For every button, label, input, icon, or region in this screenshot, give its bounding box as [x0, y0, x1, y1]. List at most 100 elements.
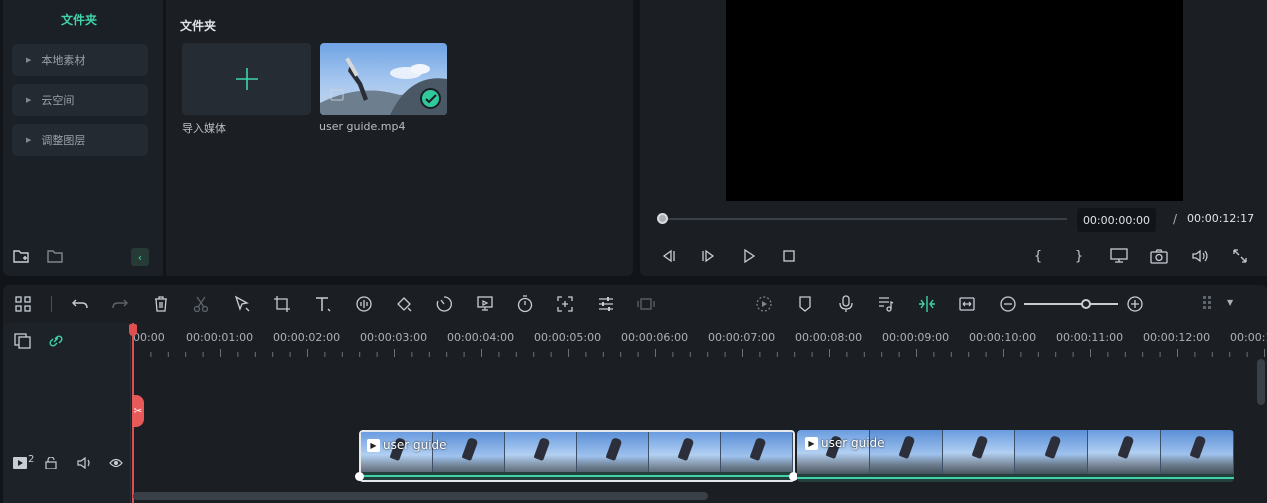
current-timecode[interactable]: 00:00:00:00	[1077, 208, 1156, 232]
media-filename: user guide.mp4	[319, 120, 406, 133]
snap-button[interactable]	[916, 293, 938, 315]
minus-circle-icon	[1000, 296, 1016, 312]
text-icon	[316, 297, 331, 312]
plus-circle-icon	[1127, 296, 1143, 312]
layout-button[interactable]	[12, 293, 34, 315]
zoom-slider-handle[interactable]	[1081, 299, 1091, 309]
scrubber-handle[interactable]	[657, 213, 668, 224]
marker-button[interactable]	[474, 293, 496, 315]
play-button[interactable]	[740, 247, 758, 265]
add-track-icon[interactable]	[14, 333, 32, 349]
ruler-label: 00:00:07:00	[708, 331, 776, 344]
fit-timeline-button[interactable]	[956, 293, 978, 315]
preview-scrubber[interactable]	[662, 218, 1067, 220]
media-thumbnail[interactable]	[320, 43, 447, 115]
camera-icon	[1150, 249, 1168, 264]
timeline-toolbar: ▼	[3, 285, 1267, 323]
zoom-in-button[interactable]	[1124, 293, 1146, 315]
fullscreen-button[interactable]	[1231, 247, 1249, 265]
select-tool-button[interactable]	[231, 293, 253, 315]
split-button[interactable]	[190, 293, 212, 315]
film-button[interactable]	[635, 293, 657, 315]
lock-icon[interactable]	[45, 457, 59, 469]
undo-button[interactable]	[69, 293, 91, 315]
crop-button[interactable]	[271, 293, 293, 315]
speed-icon	[436, 296, 452, 312]
timeline: 2 00:00 00:00:01:00 00:00:02:00 00:00:03…	[3, 323, 1267, 503]
playhead-scissors-handle[interactable]: ✂	[132, 395, 144, 427]
text-button[interactable]	[312, 293, 334, 315]
timecode-separator: /	[1173, 212, 1178, 226]
sidebar-item-adjustment-layer[interactable]: ▶ 调整图层	[12, 124, 148, 156]
voiceover-button[interactable]	[835, 293, 857, 315]
grid-icon	[15, 296, 31, 312]
ruler-label: 00:00:12:00	[1143, 331, 1211, 344]
redo-button[interactable]	[109, 293, 131, 315]
audio-mixer-button[interactable]	[875, 293, 897, 315]
speed-button[interactable]	[433, 293, 455, 315]
stop-button[interactable]	[780, 247, 798, 265]
link-icon[interactable]	[47, 333, 65, 349]
new-folder-icon[interactable]	[13, 248, 31, 264]
zoom-slider[interactable]	[1024, 303, 1118, 305]
adjust-button[interactable]	[595, 293, 617, 315]
snapshot-button[interactable]	[1150, 247, 1168, 265]
freeze-frame-button[interactable]	[554, 293, 576, 315]
display-settings-button[interactable]	[1110, 247, 1128, 265]
render-preview-button[interactable]	[753, 293, 775, 315]
shield-marker-icon	[799, 296, 811, 312]
folder-tools: ‹	[13, 248, 153, 266]
sidebar-item-label: 本地素材	[41, 54, 86, 67]
sidebar-item-label: 调整图层	[41, 134, 86, 147]
ruler-label: 00:00:06:00	[621, 331, 689, 344]
preview-panel: 00:00:00:00 / 00:00:12:17 { }	[640, 0, 1267, 276]
more-options-button[interactable]	[1196, 293, 1218, 315]
previous-frame-button[interactable]	[659, 247, 677, 265]
ruler-label: 00:00:02:00	[273, 331, 341, 344]
time-ruler[interactable]: 00:00 00:00:01:00 00:00:02:00 00:00:03:0…	[133, 323, 1267, 359]
timeline-clip[interactable]: ▶ user guide	[359, 430, 795, 482]
timeline-clip[interactable]: ▶ user guide	[797, 430, 1234, 482]
mark-out-button[interactable]: }	[1070, 247, 1088, 265]
collapse-panel-button[interactable]: ‹	[131, 248, 149, 266]
monitor-icon	[1110, 248, 1128, 263]
keyframe-icon	[397, 297, 412, 312]
playhead-cap[interactable]	[129, 324, 137, 336]
sidebar-item-local-media[interactable]: ▶ 本地素材	[12, 44, 148, 76]
folder-sidebar-title[interactable]: 文件夹	[3, 11, 155, 28]
toolbar-divider	[51, 296, 52, 312]
duration-button[interactable]	[514, 293, 536, 315]
ruler-label: 00:00:10:00	[969, 331, 1037, 344]
sidebar-item-cloud-space[interactable]: ▶ 云空间	[12, 84, 148, 116]
ruler-label: 00:00:08:00	[795, 331, 863, 344]
render-icon	[756, 296, 772, 312]
audio-record-button[interactable]	[353, 293, 375, 315]
cursor-icon	[234, 295, 250, 312]
clip-trim-handle[interactable]	[355, 472, 364, 481]
preview-viewport[interactable]	[726, 0, 1183, 201]
video-track-icon	[13, 457, 27, 469]
eye-icon[interactable]	[109, 457, 123, 469]
ruler-label: 00:00:09:00	[882, 331, 950, 344]
mark-in-icon: {	[1033, 248, 1043, 264]
stopwatch-icon	[517, 295, 533, 313]
folder-icon[interactable]	[47, 248, 65, 264]
expand-arrow-icon: ▶	[26, 96, 32, 104]
delete-button[interactable]	[150, 293, 172, 315]
import-media-button[interactable]	[182, 43, 311, 115]
clip-play-icon: ▶	[805, 437, 818, 450]
volume-button[interactable]	[1191, 247, 1209, 265]
mark-out-icon: }	[1074, 248, 1084, 264]
next-frame-button[interactable]	[700, 247, 718, 265]
step-forward-icon	[702, 249, 715, 263]
keyframe-button[interactable]	[393, 293, 415, 315]
track-audio-icon[interactable]	[77, 457, 93, 469]
vertical-scrollbar[interactable]	[1257, 359, 1265, 405]
mark-in-button[interactable]: {	[1029, 247, 1047, 265]
media-browser-title: 文件夹	[180, 19, 217, 33]
add-marker-button[interactable]	[794, 293, 816, 315]
zoom-out-button[interactable]	[997, 293, 1019, 315]
horizontal-scrollbar[interactable]	[133, 492, 708, 500]
dropdown-arrow-icon[interactable]: ▼	[1227, 298, 1233, 307]
ruler-label: 00:00:05:00	[534, 331, 602, 344]
